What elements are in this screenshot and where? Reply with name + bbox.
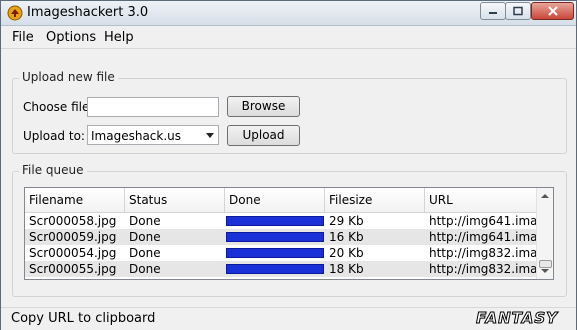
vertical-scrollbar[interactable] xyxy=(536,188,553,279)
app-logo-icon xyxy=(7,5,23,21)
upload-host-select[interactable]: Imageshack.us xyxy=(87,125,219,145)
minimize-button[interactable] xyxy=(480,2,506,20)
cell-url: http://img641.ima... xyxy=(429,214,539,228)
close-button[interactable] xyxy=(531,2,574,20)
choose-file-label: Choose file: xyxy=(23,100,94,114)
cell-status: Done xyxy=(129,230,161,244)
brand-logo: FANTASY xyxy=(476,309,558,328)
chevron-down-icon xyxy=(206,133,214,138)
upload-group-label: Upload new file xyxy=(19,70,118,84)
status-bar: Copy URL to clipboard FANTASY xyxy=(1,307,576,330)
browse-button[interactable]: Browse xyxy=(227,96,300,117)
choose-file-input[interactable] xyxy=(87,97,219,117)
cell-filename: Scr000059.jpg xyxy=(29,230,117,244)
column-header-filesize[interactable]: Filesize xyxy=(325,188,425,212)
progress-bar xyxy=(226,248,324,258)
progress-bar xyxy=(226,264,324,274)
column-header-url[interactable]: URL xyxy=(425,188,537,212)
upload-button[interactable]: Upload xyxy=(227,125,300,146)
title-bar[interactable]: Imageshackert 3.0 xyxy=(1,1,576,26)
cell-status: Done xyxy=(129,262,161,276)
cell-filesize: 29 Kb xyxy=(329,214,364,228)
maximize-icon xyxy=(513,6,523,16)
scroll-thumb[interactable] xyxy=(539,260,552,268)
table-row[interactable]: Scr000055.jpg Done 18 Kb http://img832.i… xyxy=(25,261,539,277)
column-header-filename[interactable]: Filename xyxy=(25,188,125,212)
cell-url: http://img641.ima... xyxy=(429,230,539,244)
file-queue-list[interactable]: Filename Status Done Filesize URL Scr000… xyxy=(24,187,554,280)
table-row[interactable]: Scr000054.jpg Done 20 Kb http://img832.i… xyxy=(25,245,539,261)
menu-file[interactable]: File xyxy=(12,30,34,45)
column-header-status[interactable]: Status xyxy=(125,188,225,212)
maximize-button[interactable] xyxy=(505,2,531,20)
window-title: Imageshackert 3.0 xyxy=(27,5,149,20)
cell-status: Done xyxy=(129,246,161,260)
copy-url-link[interactable]: Copy URL to clipboard xyxy=(11,311,155,326)
file-queue-group-label: File queue xyxy=(19,163,87,177)
cell-url: http://img832.ima... xyxy=(429,246,539,260)
cell-filename: Scr000054.jpg xyxy=(29,246,117,260)
table-row[interactable]: Scr000058.jpg Done 29 Kb http://img641.i… xyxy=(25,213,539,229)
cell-filesize: 18 Kb xyxy=(329,262,364,276)
upload-to-label: Upload to: xyxy=(23,129,85,143)
menu-options[interactable]: Options xyxy=(46,30,96,45)
progress-bar xyxy=(226,216,324,226)
table-row[interactable]: Scr000059.jpg Done 16 Kb http://img641.i… xyxy=(25,229,539,245)
menu-bar: File Options Help xyxy=(1,26,576,49)
scroll-up-icon[interactable] xyxy=(541,194,549,198)
cell-filename: Scr000055.jpg xyxy=(29,262,117,276)
app-window: Imageshackert 3.0 File Options Help Uplo… xyxy=(0,0,577,330)
minimize-icon xyxy=(489,12,497,14)
file-queue-header: Filename Status Done Filesize URL xyxy=(25,188,537,213)
cell-filename: Scr000058.jpg xyxy=(29,214,117,228)
scroll-down-icon[interactable] xyxy=(541,269,549,273)
cell-status: Done xyxy=(129,214,161,228)
upload-host-value: Imageshack.us xyxy=(91,129,182,143)
close-icon xyxy=(547,6,558,16)
cell-filesize: 20 Kb xyxy=(329,246,364,260)
menu-help[interactable]: Help xyxy=(104,30,134,45)
cell-filesize: 16 Kb xyxy=(329,230,364,244)
cell-url: http://img832.ima... xyxy=(429,262,539,276)
column-header-done[interactable]: Done xyxy=(225,188,325,212)
progress-bar xyxy=(226,232,324,242)
